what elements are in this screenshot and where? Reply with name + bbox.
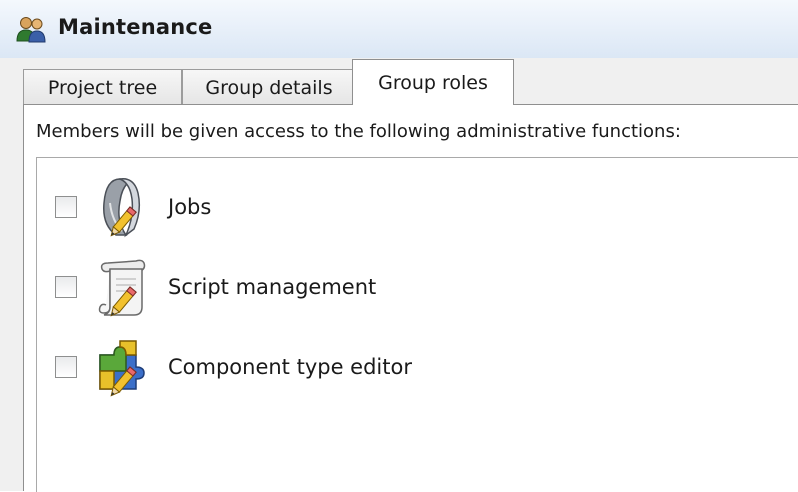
role-item-jobs: Jobs bbox=[37, 173, 777, 243]
role-label-script-management: Script management bbox=[168, 275, 377, 299]
role-label-component-type-editor: Component type editor bbox=[168, 355, 412, 379]
script-edit-icon bbox=[98, 259, 146, 317]
role-label-jobs: Jobs bbox=[168, 195, 212, 219]
tab-group-details[interactable]: Group details bbox=[182, 69, 356, 105]
group-roles-panel: Members will be given access to the foll… bbox=[23, 104, 798, 492]
puzzle-edit-icon bbox=[99, 340, 145, 397]
title-bar: Maintenance bbox=[0, 0, 798, 59]
script-management-checkbox[interactable] bbox=[55, 276, 77, 298]
maintenance-window: Maintenance Project tree Group details G… bbox=[0, 0, 798, 492]
component-type-editor-checkbox[interactable] bbox=[55, 356, 77, 378]
window-title: Maintenance bbox=[58, 15, 213, 39]
jobs-checkbox[interactable] bbox=[55, 196, 77, 218]
roles-description: Members will be given access to the foll… bbox=[36, 121, 681, 142]
jobs-edit-icon bbox=[103, 178, 141, 238]
role-item-script-management: Script management bbox=[37, 253, 777, 323]
role-item-component-type-editor: Component type editor bbox=[37, 333, 777, 403]
users-group-icon bbox=[16, 17, 46, 43]
roles-list: Jobs Script management Component type ed… bbox=[36, 157, 798, 492]
tab-strip: Project tree Group details Group roles bbox=[0, 58, 798, 105]
tab-project-tree[interactable]: Project tree bbox=[23, 69, 182, 105]
tab-group-roles[interactable]: Group roles bbox=[352, 59, 514, 105]
